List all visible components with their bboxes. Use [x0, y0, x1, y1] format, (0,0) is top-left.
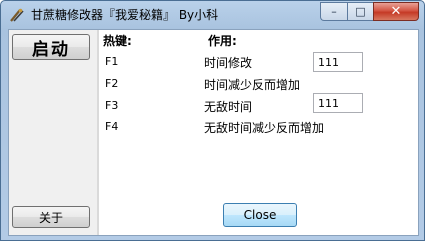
panel-divider: [97, 30, 99, 235]
maximize-button[interactable]: □: [347, 2, 373, 21]
f1-description: 时间修改: [204, 56, 253, 70]
minimize-button[interactable]: –: [320, 2, 347, 21]
f2-description: 时间减少反而增加: [204, 78, 301, 92]
about-button[interactable]: 关于: [12, 206, 90, 228]
hotkey-f3-label: F3: [105, 99, 119, 112]
f4-description: 无敌时间减少反而增加: [204, 121, 325, 135]
start-button[interactable]: 启动: [12, 34, 90, 60]
hotkey-header: 热键:: [103, 34, 132, 48]
hotkey-f1-label: F1: [105, 55, 119, 68]
function-header: 作用:: [208, 34, 237, 48]
left-panel: 启动 关于: [9, 30, 97, 235]
close-window-button[interactable]: ✕: [373, 2, 419, 21]
app-icon[interactable]: [9, 7, 25, 23]
client-area: 启动 关于 热键: 作用: F1 时间修改 F2 时间减少反而增加 F3 无敌时…: [8, 29, 419, 236]
app-window: 甘蔗糖修改器『我爱秘籍』 By小科 – □ ✕ 启动 关于 热键: 作用: F1…: [0, 0, 425, 241]
f1-value-input[interactable]: [313, 52, 363, 72]
f3-value-input[interactable]: [313, 93, 363, 113]
close-button[interactable]: Close: [223, 203, 297, 227]
title-bar[interactable]: 甘蔗糖修改器『我爱秘籍』 By小科 – □ ✕: [1, 1, 424, 29]
window-title: 甘蔗糖修改器『我爱秘籍』 By小科: [31, 8, 219, 22]
hotkey-f2-label: F2: [105, 77, 119, 90]
hotkey-f4-label: F4: [105, 120, 119, 133]
f3-description: 无敌时间: [204, 100, 253, 114]
